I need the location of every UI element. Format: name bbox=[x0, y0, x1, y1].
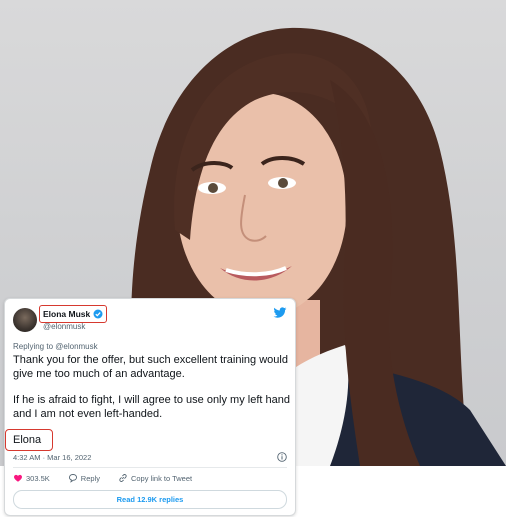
tweet-card[interactable]: Elona Musk @elonmusk Replying to @elonmu… bbox=[4, 298, 296, 516]
reply-icon bbox=[68, 474, 77, 483]
link-icon bbox=[119, 474, 127, 482]
reply-label: Reply bbox=[80, 473, 100, 483]
replying-to: Replying to @elonmusk bbox=[13, 342, 98, 351]
copy-link-label: Copy link to Tweet bbox=[130, 473, 193, 483]
like-count: 303.5K bbox=[26, 473, 50, 483]
heart-icon bbox=[14, 474, 22, 482]
verified-badge-icon bbox=[93, 309, 103, 319]
avatar[interactable] bbox=[13, 308, 37, 332]
divider bbox=[13, 467, 287, 468]
like-button[interactable]: 303.5K bbox=[13, 473, 50, 483]
author-name[interactable]: Elona Musk bbox=[43, 309, 90, 319]
replying-prefix: Replying to bbox=[13, 342, 54, 351]
tweet-paragraph-1: Thank you for the offer, but such excell… bbox=[13, 354, 288, 380]
twitter-bird-icon[interactable] bbox=[273, 307, 287, 319]
tweet-timestamp[interactable]: 4:32 AM · Mar 16, 2022 bbox=[13, 453, 91, 462]
tweet-signature: Elona bbox=[13, 434, 42, 446]
author-handle[interactable]: @elonmusk bbox=[43, 322, 85, 331]
tweet-body: Thank you for the offer, but such excell… bbox=[13, 353, 291, 433]
reply-button[interactable]: Reply bbox=[68, 473, 100, 483]
tweet-actions: 303.5K Reply Copy link to Tweet bbox=[13, 473, 192, 483]
copy-link-button[interactable]: Copy link to Tweet bbox=[118, 473, 192, 483]
author-name-highlight: Elona Musk bbox=[39, 305, 108, 323]
read-replies-button[interactable]: Read 12.9K replies bbox=[13, 490, 287, 509]
info-icon[interactable] bbox=[277, 452, 287, 462]
replying-handle[interactable]: @elonmusk bbox=[55, 342, 97, 351]
tweet-paragraph-2: If he is afraid to fight, I will agree t… bbox=[13, 394, 290, 420]
